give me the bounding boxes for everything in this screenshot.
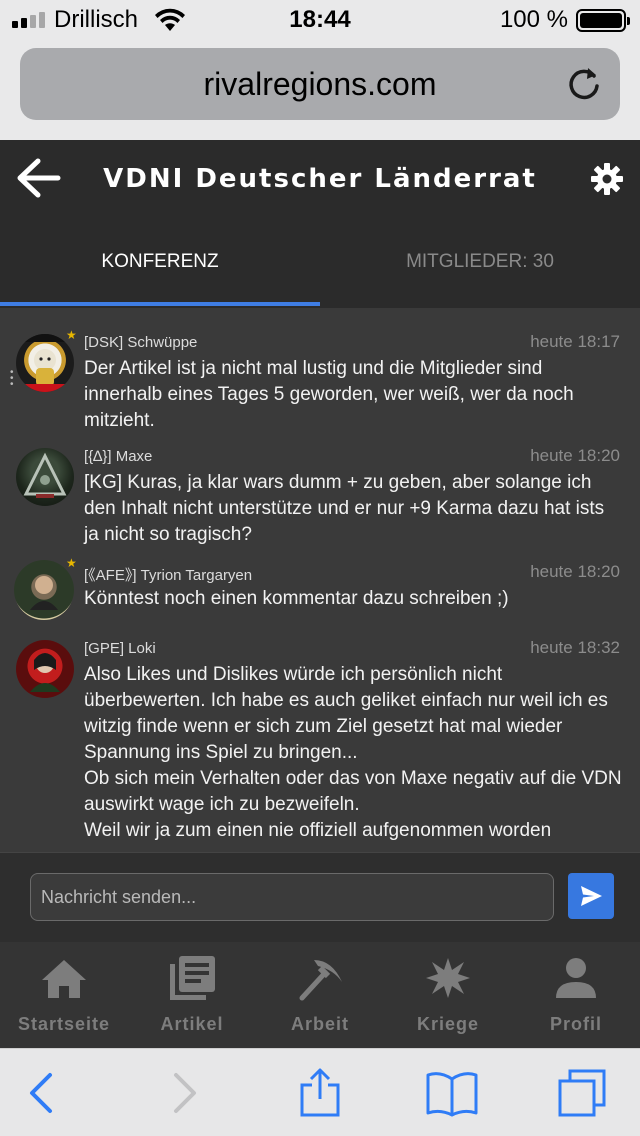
nav-label: Kriege: [416, 1014, 480, 1034]
message-time: heute 18:32: [530, 638, 620, 657]
battery-icon: [576, 9, 630, 32]
nav-label: Artikel: [160, 1014, 224, 1034]
message-item: ★ • • • [DSK] Schwüppe heute 18:17 Der Art…: [0, 328, 640, 440]
message-author[interactable]: [{∆}] Maxe: [84, 448, 152, 465]
avatar[interactable]: [16, 640, 74, 698]
message-composer: [0, 852, 640, 942]
nav-label: Arbeit: [290, 1014, 349, 1034]
dots-icon: • • •: [10, 367, 14, 390]
browser-back-icon[interactable]: [18, 1067, 70, 1119]
nav-label: Profil: [549, 1014, 602, 1034]
active-tab-indicator: [0, 302, 320, 306]
message-author[interactable]: [《AFE》] Tyrion Targaryen: [84, 564, 252, 585]
message-item: [GPE] Loki heute 18:32 Also Likes und Di…: [0, 636, 640, 852]
message-text: Der Artikel ist ja nicht mal lustig und …: [84, 358, 574, 431]
gear-icon[interactable]: [590, 162, 624, 196]
url-text: rivalregions.com: [203, 66, 437, 102]
articles-icon: [170, 956, 215, 1000]
message-author[interactable]: [GPE] Loki: [84, 640, 156, 657]
ios-top-area: Drillisch 18:44 100 % rivalregions.com: [0, 0, 640, 140]
message-item: ★ [《AFE》] Tyrion Targaryen heute 18:20 K…: [0, 556, 640, 626]
browser-forward-icon[interactable]: [156, 1067, 208, 1119]
star-icon: ★: [66, 556, 77, 570]
message-time: heute 18:20: [530, 446, 620, 465]
star-icon: ★: [66, 328, 77, 342]
conference-header: VDNI Deutscher Länderrat KONFERENZ MITGL…: [0, 140, 640, 308]
conference-tabs: KONFERENZ MITGLIEDER: 30: [0, 232, 640, 308]
message-list[interactable]: ★ • • • [DSK] Schwüppe heute 18:17 Der Art…: [0, 308, 640, 852]
battery-percentage: 100 %: [499, 6, 568, 33]
nav-label: Startseite: [17, 1014, 111, 1034]
safari-toolbar: [0, 1048, 640, 1136]
share-icon[interactable]: [294, 1067, 346, 1119]
avatar[interactable]: [14, 560, 74, 620]
tab-konferenz[interactable]: KONFERENZ: [0, 232, 320, 308]
message-time: heute 18:17: [530, 332, 620, 351]
reload-icon[interactable]: [564, 64, 604, 104]
nav-item-kriege[interactable]: Kriege: [384, 942, 512, 1048]
message-author[interactable]: [DSK] Schwüppe: [84, 334, 197, 351]
message-text: Könntest noch einen kommentar dazu schre…: [84, 588, 509, 609]
nav-item-arbeit[interactable]: Arbeit: [256, 942, 384, 1048]
message-text: [KG] Kuras, ja klar wars dumm + zu geben…: [84, 472, 605, 545]
message-text: Also Likes und Dislikes würde ich persön…: [84, 664, 622, 841]
tab-mitglieder[interactable]: MITGLIEDER: 30: [320, 232, 640, 308]
bookmarks-icon[interactable]: [426, 1067, 478, 1119]
person-icon: [556, 958, 596, 998]
send-button[interactable]: [568, 873, 614, 919]
cat-figure-icon: [16, 334, 74, 392]
triangle-emblem-icon: [23, 452, 67, 498]
home-icon: [42, 960, 86, 998]
tabs-icon[interactable]: [556, 1067, 608, 1119]
address-bar[interactable]: rivalregions.com: [20, 48, 620, 120]
conference-title: VDNI Deutscher Länderrat: [103, 164, 537, 194]
nav-item-profil[interactable]: Profil: [512, 942, 640, 1048]
portrait-icon: [30, 576, 58, 610]
avatar[interactable]: [16, 448, 74, 506]
back-arrow-icon[interactable]: [14, 156, 64, 200]
message-item: [{∆}] Maxe heute 18:20 [KG] Kuras, ja kl…: [0, 444, 640, 554]
pickaxe-icon: [299, 960, 342, 1001]
nav-item-startseite[interactable]: Startseite: [0, 942, 128, 1048]
status-bar: Drillisch 18:44 100 %: [0, 0, 640, 40]
message-time: heute 18:20: [530, 562, 620, 581]
send-icon: [581, 886, 602, 906]
message-input[interactable]: [30, 873, 554, 921]
explosion-icon: [426, 958, 470, 998]
bottom-navigation: Startseite Artikel Arbeit Kriege Profil: [0, 942, 640, 1048]
nav-item-artikel[interactable]: Artikel: [128, 942, 256, 1048]
avatar[interactable]: [16, 334, 74, 392]
character-icon: [30, 653, 60, 692]
